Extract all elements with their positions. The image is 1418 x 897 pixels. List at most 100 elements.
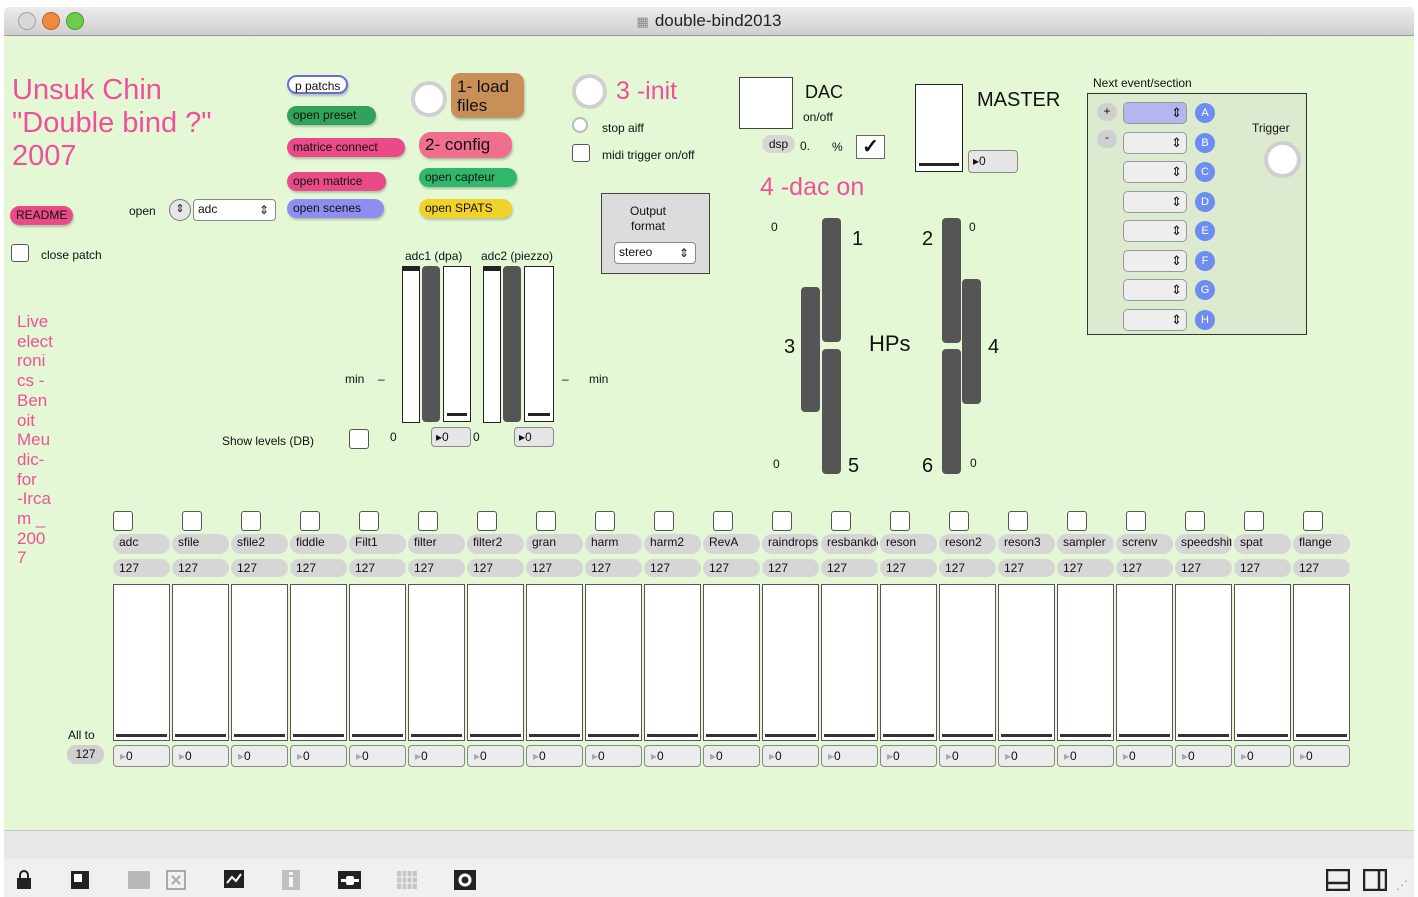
channel-value[interactable]: ▸0 xyxy=(880,745,937,767)
channel-value[interactable]: ▸0 xyxy=(1293,745,1350,767)
channel-gain[interactable]: 127 xyxy=(1234,559,1291,577)
event-select-d[interactable]: ⇕ xyxy=(1123,190,1187,213)
open-capteur-button[interactable]: open capteur xyxy=(419,168,517,187)
channel-fader[interactable] xyxy=(644,584,701,741)
channel-value[interactable]: ▸0 xyxy=(762,745,819,767)
channel-fader[interactable] xyxy=(290,584,347,741)
hp4-slider[interactable] xyxy=(962,279,981,404)
master-slider[interactable] xyxy=(915,84,963,172)
channel-fader[interactable] xyxy=(1057,584,1114,741)
channel-fader[interactable] xyxy=(998,584,1055,741)
show-levels-checkbox[interactable] xyxy=(349,429,369,449)
open-preset-button[interactable]: open preset xyxy=(287,106,376,125)
hp5-slider[interactable] xyxy=(822,349,841,474)
open-scenes-button[interactable]: open scenes xyxy=(287,199,384,218)
channel-fader[interactable] xyxy=(408,584,465,741)
sidebar-icon[interactable] xyxy=(1363,868,1387,892)
channel-value[interactable]: ▸0 xyxy=(113,745,170,767)
event-button-b[interactable]: B xyxy=(1195,132,1215,153)
channel-gain[interactable]: 127 xyxy=(172,559,229,577)
channel-mute-checkbox[interactable] xyxy=(772,511,792,531)
event-plus-button[interactable]: + xyxy=(1097,103,1117,121)
channel-mute-checkbox[interactable] xyxy=(1185,511,1205,531)
presentation-icon[interactable] xyxy=(222,868,246,892)
channel-gain[interactable]: 127 xyxy=(998,559,1055,577)
load-files-button[interactable]: 1- load files xyxy=(451,73,524,118)
channel-fader[interactable] xyxy=(1116,584,1173,741)
channel-gain[interactable]: 127 xyxy=(1116,559,1173,577)
channel-gain[interactable]: 127 xyxy=(1293,559,1350,577)
event-button-g[interactable]: G xyxy=(1195,280,1215,300)
channel-mute-checkbox[interactable] xyxy=(890,511,910,531)
event-select-g[interactable]: ⇕ xyxy=(1123,279,1187,301)
event-button-f[interactable]: F xyxy=(1195,250,1215,271)
event-button-e[interactable]: E xyxy=(1195,221,1215,241)
all-to-button[interactable]: 127 xyxy=(67,745,104,764)
channel-mute-checkbox[interactable] xyxy=(536,511,556,531)
channel-mute-checkbox[interactable] xyxy=(1244,511,1264,531)
channel-fader[interactable] xyxy=(172,584,229,741)
channel-gain[interactable]: 127 xyxy=(526,559,583,577)
trigger-bang[interactable] xyxy=(1264,141,1301,178)
channel-value[interactable]: ▸0 xyxy=(821,745,878,767)
channel-gain[interactable]: 127 xyxy=(1175,559,1232,577)
channel-mute-checkbox[interactable] xyxy=(359,511,379,531)
channel-gain[interactable]: 127 xyxy=(349,559,406,577)
close-patch-checkbox[interactable] xyxy=(11,244,29,262)
channel-fader[interactable] xyxy=(939,584,996,741)
channel-gain[interactable]: 127 xyxy=(585,559,642,577)
gear-icon[interactable] xyxy=(453,868,477,892)
channel-mute-checkbox[interactable] xyxy=(241,511,261,531)
channel-gain[interactable]: 127 xyxy=(821,559,878,577)
channel-fader[interactable] xyxy=(821,584,878,741)
channel-mute-checkbox[interactable] xyxy=(595,511,615,531)
horizontal-scrollbar[interactable] xyxy=(4,830,1414,859)
adc2-value[interactable]: ▸0 xyxy=(514,427,554,447)
load-files-bang[interactable] xyxy=(411,81,447,117)
channel-value[interactable]: ▸0 xyxy=(644,745,701,767)
channel-mute-checkbox[interactable] xyxy=(831,511,851,531)
channel-gain[interactable]: 127 xyxy=(762,559,819,577)
channel-value[interactable]: ▸0 xyxy=(1175,745,1232,767)
p-patchs-button[interactable]: p patchs xyxy=(287,75,349,94)
adc1-fader[interactable] xyxy=(443,266,471,422)
open-spats-button[interactable]: open SPATS xyxy=(419,199,512,218)
channel-gain[interactable]: 127 xyxy=(408,559,465,577)
channel-fader[interactable] xyxy=(467,584,524,741)
channel-value[interactable]: ▸0 xyxy=(231,745,288,767)
event-select-f[interactable]: ⇕ xyxy=(1123,249,1187,272)
channel-fader[interactable] xyxy=(1234,584,1291,741)
channel-value[interactable]: ▸0 xyxy=(998,745,1055,767)
channel-gain[interactable]: 127 xyxy=(467,559,524,577)
event-select-b[interactable]: ⇕ xyxy=(1123,131,1187,154)
channel-value[interactable]: ▸0 xyxy=(939,745,996,767)
channel-mute-checkbox[interactable] xyxy=(654,511,674,531)
new-object-icon[interactable] xyxy=(68,868,92,892)
channel-mute-checkbox[interactable] xyxy=(182,511,202,531)
event-select-h[interactable]: ⇕ xyxy=(1123,308,1187,331)
channel-mute-checkbox[interactable] xyxy=(1126,511,1146,531)
channel-fader[interactable] xyxy=(526,584,583,741)
hp1-slider[interactable] xyxy=(822,218,841,342)
channel-mute-checkbox[interactable] xyxy=(418,511,438,531)
split-view-icon[interactable] xyxy=(1326,868,1350,892)
resize-grip-icon[interactable]: ⋰ xyxy=(1396,878,1408,892)
channel-value[interactable]: ▸0 xyxy=(1057,745,1114,767)
event-select-e[interactable]: ⇕ xyxy=(1123,220,1187,242)
channel-value[interactable]: ▸0 xyxy=(1116,745,1173,767)
dac-toggle[interactable] xyxy=(739,77,793,129)
lock-icon[interactable] xyxy=(12,868,36,892)
matrice-connect-button[interactable]: matrice connect xyxy=(287,138,405,157)
open-matrice-button[interactable]: open matrice xyxy=(287,172,386,191)
dsp-button[interactable]: dsp xyxy=(762,135,795,153)
stop-aiff-bang[interactable] xyxy=(572,117,588,133)
open-stepper-icon[interactable]: ⇕ xyxy=(169,199,191,221)
channel-value[interactable]: ▸0 xyxy=(172,745,229,767)
channel-fader[interactable] xyxy=(585,584,642,741)
channel-fader[interactable] xyxy=(762,584,819,741)
adc2-fader[interactable] xyxy=(524,266,554,422)
channel-fader[interactable] xyxy=(113,584,170,741)
channel-gain[interactable]: 127 xyxy=(290,559,347,577)
channel-value[interactable]: ▸0 xyxy=(703,745,760,767)
channel-mute-checkbox[interactable] xyxy=(713,511,733,531)
